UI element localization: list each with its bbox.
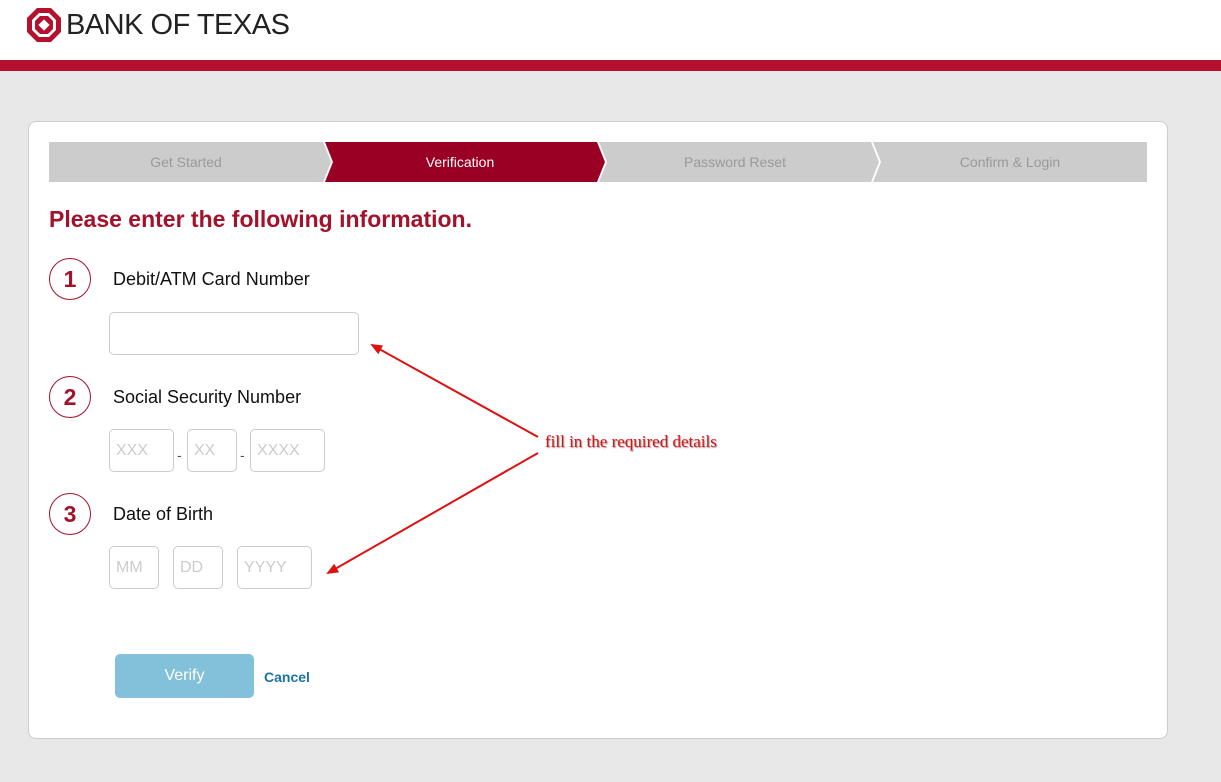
verify-button[interactable]: Verify (115, 654, 254, 698)
form-heading: Please enter the following information. (49, 206, 472, 232)
ssn-part3-input[interactable] (250, 429, 325, 472)
header-accent-bar (0, 60, 1221, 71)
dob-day-input[interactable] (173, 546, 223, 589)
ssn-part2-input[interactable] (187, 429, 237, 472)
annotation-text: fill in the required details (545, 432, 717, 451)
octagon-logo-icon (27, 8, 61, 42)
dob-month-input[interactable] (109, 546, 159, 589)
cancel-link[interactable]: Cancel (264, 669, 310, 685)
ssn-label: Social Security Number (113, 387, 302, 407)
card-number-input[interactable] (109, 312, 359, 355)
step-number-2: 2 (49, 376, 91, 418)
ssn-separator-2: - (240, 447, 245, 463)
step-get-started: Get Started (150, 154, 222, 170)
bank-logo[interactable]: BANK OF TEXAS (26, 7, 290, 43)
step-number-3: 3 (49, 493, 91, 535)
verification-card: Get Started Verification Password Reset … (28, 121, 1168, 739)
ssn-separator-1: - (177, 447, 182, 463)
bank-name: BANK OF TEXAS (66, 9, 290, 41)
step-verification: Verification (425, 154, 495, 170)
ssn-part1-input[interactable] (109, 429, 174, 472)
step-password-reset: Password Reset (684, 154, 786, 170)
step-confirm-login: Confirm & Login (959, 154, 1061, 170)
dob-year-input[interactable] (237, 546, 312, 589)
card-number-label: Debit/ATM Card Number (113, 269, 310, 289)
site-header: BANK OF TEXAS (0, 0, 1221, 60)
dob-label: Date of Birth (113, 504, 214, 524)
step-number-1: 1 (49, 258, 91, 300)
progress-steps: Get Started Verification Password Reset … (49, 142, 1147, 182)
